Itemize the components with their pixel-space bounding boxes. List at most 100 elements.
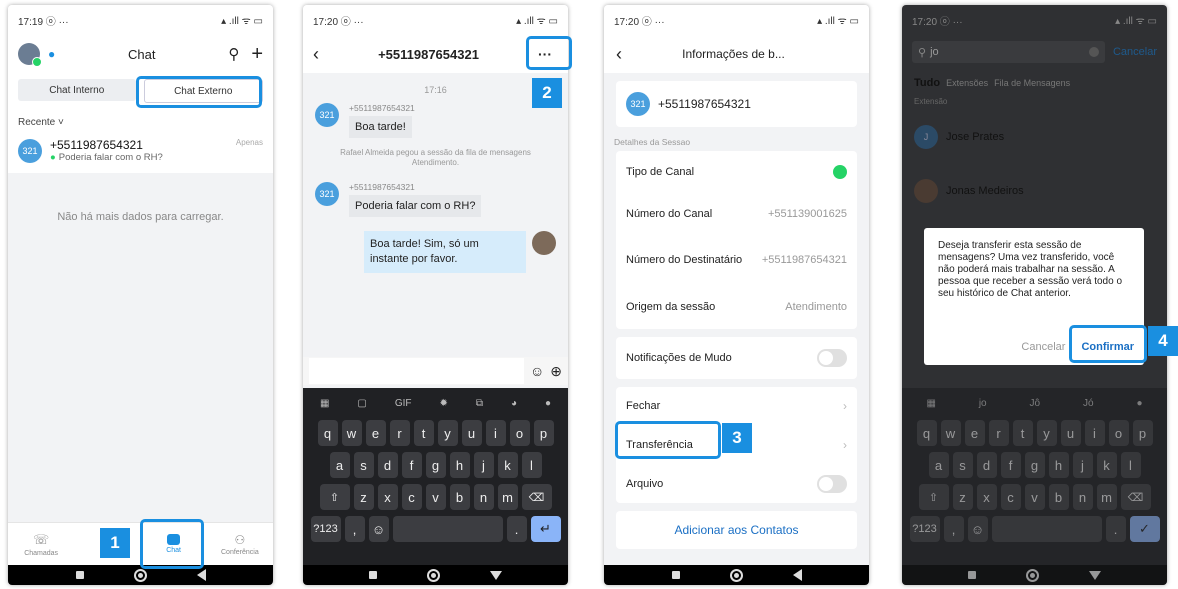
key[interactable]: y: [437, 420, 458, 446]
recent-apps-icon[interactable]: [671, 571, 680, 579]
key[interactable]: a: [928, 452, 949, 478]
message-bubble[interactable]: Boa tarde!: [349, 116, 412, 138]
enter-key[interactable]: ✓: [1129, 516, 1160, 542]
key[interactable]: e: [964, 420, 985, 446]
key[interactable]: l: [521, 452, 542, 478]
hide-keyboard-icon[interactable]: [490, 570, 502, 580]
key[interactable]: k: [1096, 452, 1117, 478]
key[interactable]: j: [473, 452, 494, 478]
key[interactable]: s: [353, 452, 374, 478]
key[interactable]: o: [1108, 420, 1129, 446]
gif-button[interactable]: GIF: [395, 398, 412, 409]
mic-icon[interactable]: ●: [545, 398, 551, 409]
key[interactable]: p: [1132, 420, 1153, 446]
cancel-button[interactable]: Cancelar: [1021, 341, 1065, 353]
symbols-key[interactable]: ?123: [909, 516, 940, 542]
key[interactable]: z: [353, 484, 374, 510]
own-message-bubble[interactable]: Boa tarde! Sim, só um instante por favor…: [364, 231, 526, 273]
cancel-search-button[interactable]: Cancelar: [1113, 46, 1157, 58]
key[interactable]: g: [425, 452, 446, 478]
apps-icon[interactable]: ▦: [320, 398, 329, 409]
period-key[interactable]: .: [506, 516, 527, 542]
recent-apps-icon[interactable]: [968, 571, 976, 579]
list-item[interactable]: Jonas Medeiros: [902, 164, 1167, 218]
suggestion[interactable]: Jó: [1083, 398, 1094, 409]
key[interactable]: u: [1060, 420, 1081, 446]
list-item[interactable]: 321 +5511987654321 Apenas ● Poderia falar…: [8, 132, 273, 173]
key[interactable]: q: [317, 420, 338, 446]
recent-apps-icon[interactable]: [369, 571, 377, 579]
mic-icon[interactable]: ●: [1136, 398, 1142, 409]
key[interactable]: i: [485, 420, 506, 446]
backspace-key[interactable]: ⌫: [521, 484, 552, 510]
backspace-key[interactable]: ⌫: [1120, 484, 1151, 510]
back-icon[interactable]: [196, 569, 206, 581]
key[interactable]: f: [1000, 452, 1021, 478]
tab-message-queue[interactable]: Fila de Mensagens: [994, 78, 1070, 88]
key[interactable]: r: [389, 420, 410, 446]
key[interactable]: a: [329, 452, 350, 478]
key[interactable]: c: [1000, 484, 1021, 510]
space-key[interactable]: [991, 516, 1102, 542]
key[interactable]: c: [401, 484, 422, 510]
key[interactable]: n: [1072, 484, 1093, 510]
key[interactable]: q: [916, 420, 937, 446]
tab-conferencia[interactable]: ⚇ Conferência: [215, 533, 265, 556]
tab-chamadas[interactable]: ☏ Chamadas: [16, 532, 66, 557]
message-bubble[interactable]: Poderia falar com o RH?: [349, 195, 482, 217]
key[interactable]: f: [401, 452, 422, 478]
tab-all[interactable]: Tudo: [914, 77, 940, 89]
home-icon[interactable]: [1026, 568, 1039, 582]
tab-chat-interno[interactable]: Chat Interno: [18, 79, 136, 101]
period-key[interactable]: .: [1105, 516, 1126, 542]
add-contact-button[interactable]: Adicionar aos Contatos: [616, 511, 857, 549]
key[interactable]: w: [940, 420, 961, 446]
key[interactable]: t: [1012, 420, 1033, 446]
search-icon[interactable]: ⚲: [228, 45, 239, 63]
comma-key[interactable]: ,: [943, 516, 964, 542]
key[interactable]: g: [1024, 452, 1045, 478]
sticker-icon[interactable]: ▢: [357, 398, 366, 409]
key[interactable]: b: [1048, 484, 1069, 510]
key[interactable]: i: [1084, 420, 1105, 446]
key[interactable]: r: [988, 420, 1009, 446]
space-key[interactable]: [392, 516, 503, 542]
key[interactable]: j: [1072, 452, 1093, 478]
recent-filter[interactable]: Recente ˅: [8, 109, 273, 132]
add-circle-icon[interactable]: ⊕: [550, 363, 562, 380]
key[interactable]: x: [976, 484, 997, 510]
shift-key[interactable]: ⇧: [918, 484, 949, 510]
key[interactable]: b: [449, 484, 470, 510]
key[interactable]: v: [1024, 484, 1045, 510]
home-icon[interactable]: [133, 568, 147, 582]
apps-icon[interactable]: ▦: [926, 398, 935, 409]
key[interactable]: u: [461, 420, 482, 446]
hide-keyboard-icon[interactable]: [1089, 570, 1101, 580]
avatar[interactable]: [18, 43, 42, 67]
key[interactable]: n: [473, 484, 494, 510]
message-input[interactable]: [309, 358, 524, 384]
key[interactable]: o: [509, 420, 530, 446]
close-row[interactable]: Fechar ›: [616, 387, 857, 425]
emoji-key[interactable]: ☺: [368, 516, 389, 542]
archive-toggle[interactable]: [817, 475, 847, 493]
search-input[interactable]: ⚲ jo: [912, 41, 1105, 63]
key[interactable]: m: [497, 484, 518, 510]
symbols-key[interactable]: ?123: [310, 516, 341, 542]
suggestion[interactable]: jo: [979, 398, 987, 409]
enter-key[interactable]: ↵: [530, 516, 561, 542]
mute-toggle[interactable]: [817, 349, 847, 367]
contact-card[interactable]: 321 +5511987654321: [616, 81, 857, 127]
key[interactable]: d: [976, 452, 997, 478]
home-icon[interactable]: [729, 568, 743, 582]
key[interactable]: s: [952, 452, 973, 478]
suggestion[interactable]: Jô: [1030, 398, 1041, 409]
list-item[interactable]: J Jose Prates: [902, 110, 1167, 164]
tab-extensions[interactable]: Extensões: [946, 78, 988, 88]
palette-icon[interactable]: ◕: [511, 398, 517, 409]
emoji-key[interactable]: ☺: [967, 516, 988, 542]
key[interactable]: z: [952, 484, 973, 510]
key[interactable]: x: [377, 484, 398, 510]
key[interactable]: d: [377, 452, 398, 478]
contacts-icon[interactable]: ●: [48, 47, 55, 61]
